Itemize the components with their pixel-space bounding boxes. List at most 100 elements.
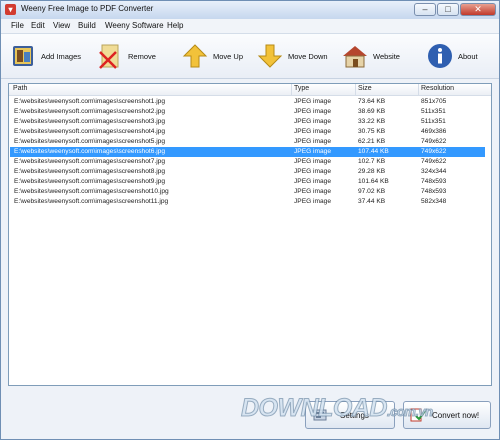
cell-resolution: 511x351: [421, 118, 446, 125]
close-button[interactable]: ✕: [460, 3, 496, 16]
cell-resolution: 582x348: [421, 198, 447, 205]
cell-path: E:\websites\weenysoft.com\images\screens…: [14, 108, 165, 115]
cell-size: 97.02 KB: [358, 188, 386, 195]
pdf-app-icon: ▾: [5, 4, 16, 15]
cell-path: E:\websites\weenysoft.com\images\screens…: [14, 148, 165, 155]
list-header: Path Type Size Resolution: [9, 84, 491, 96]
arrow-down-icon: [257, 44, 283, 68]
table-row[interactable]: E:\websites\weenysoft.com\images\screens…: [10, 187, 485, 197]
add-images-icon: [13, 46, 33, 66]
cell-resolution: 324x344: [421, 168, 447, 175]
minimize-button[interactable]: –: [414, 3, 436, 16]
cell-type: JPEG image: [294, 198, 332, 205]
cell-resolution: 749x622: [421, 158, 447, 165]
window-title: Weeny Free Image to PDF Converter: [21, 4, 154, 13]
table-row[interactable]: E:\websites\weenysoft.com\images\screens…: [10, 97, 485, 107]
table-row[interactable]: E:\websites\weenysoft.com\images\screens…: [10, 137, 485, 147]
cell-type: JPEG image: [294, 178, 332, 185]
cell-resolution: 511x351: [421, 108, 446, 115]
cell-type: JPEG image: [294, 118, 332, 125]
menu-help[interactable]: Help: [167, 21, 183, 30]
remove-label: Remove: [128, 52, 156, 61]
cell-resolution: 469x386: [421, 128, 447, 135]
watermark-main: DOWNLOAD: [241, 394, 388, 423]
cell-path: E:\websites\weenysoft.com\images\screens…: [14, 98, 165, 105]
cell-size: 37.44 KB: [358, 198, 386, 205]
house-icon: [343, 46, 367, 68]
table-row[interactable]: E:\websites\weenysoft.com\images\screens…: [10, 127, 485, 137]
column-header-resolution[interactable]: Resolution: [421, 85, 454, 92]
menu-weeny-software[interactable]: Weeny Software: [105, 21, 164, 30]
cell-type: JPEG image: [294, 138, 332, 145]
cell-resolution: 748x593: [421, 188, 447, 195]
remove-button[interactable]: Remove: [96, 40, 161, 72]
table-row[interactable]: E:\websites\weenysoft.com\images\screens…: [10, 117, 485, 127]
website-button[interactable]: Website: [341, 40, 403, 72]
table-row[interactable]: E:\websites\weenysoft.com\images\screens…: [10, 147, 485, 157]
cell-path: E:\websites\weenysoft.com\images\screens…: [14, 118, 165, 125]
cell-resolution: 851x705: [421, 98, 447, 105]
download-watermark: DOWNLOAD.com.vn: [241, 394, 434, 423]
cell-size: 29.28 KB: [358, 168, 386, 175]
cell-type: JPEG image: [294, 128, 332, 135]
cell-size: 73.64 KB: [358, 98, 386, 105]
cell-type: JPEG image: [294, 98, 332, 105]
title-bar[interactable]: ▾ Weeny Free Image to PDF Converter – □ …: [1, 1, 499, 19]
cell-resolution: 748x593: [421, 178, 447, 185]
cell-type: JPEG image: [294, 158, 332, 165]
column-header-path[interactable]: Path: [13, 85, 27, 92]
table-row[interactable]: E:\websites\weenysoft.com\images\screens…: [10, 167, 485, 177]
watermark-suffix: .com.vn: [386, 404, 433, 420]
table-row[interactable]: E:\websites\weenysoft.com\images\screens…: [10, 197, 485, 207]
move-down-button[interactable]: Move Down: [256, 40, 328, 72]
move-up-label: Move Up: [213, 52, 244, 61]
column-header-size[interactable]: Size: [358, 85, 372, 92]
menu-bar: File Edit View Build Weeny Software Help: [1, 19, 499, 34]
column-header-type[interactable]: Type: [294, 85, 309, 92]
cell-size: 30.75 KB: [358, 128, 386, 135]
add-images-button[interactable]: Add Images: [9, 40, 89, 72]
column-divider[interactable]: [418, 84, 419, 95]
app-window: ▾ Weeny Free Image to PDF Converter – □ …: [0, 0, 500, 440]
cell-type: JPEG image: [294, 108, 332, 115]
cell-path: E:\websites\weenysoft.com\images\screens…: [14, 128, 165, 135]
about-button[interactable]: About: [426, 40, 486, 72]
cell-path: E:\websites\weenysoft.com\images\screens…: [14, 138, 165, 145]
info-icon: [428, 44, 452, 68]
cell-type: JPEG image: [294, 188, 332, 195]
column-divider[interactable]: [291, 84, 292, 95]
cell-path: E:\websites\weenysoft.com\images\screens…: [14, 158, 165, 165]
menu-edit[interactable]: Edit: [31, 21, 45, 30]
table-row[interactable]: E:\websites\weenysoft.com\images\screens…: [10, 157, 485, 167]
table-row[interactable]: E:\websites\weenysoft.com\images\screens…: [10, 177, 485, 187]
cell-resolution: 749x622: [421, 138, 447, 145]
menu-file[interactable]: File: [11, 21, 24, 30]
cell-path: E:\websites\weenysoft.com\images\screens…: [14, 198, 169, 205]
cell-size: 33.22 KB: [358, 118, 386, 125]
website-label: Website: [373, 52, 400, 61]
cell-size: 38.69 KB: [358, 108, 386, 115]
cell-size: 107.44 KB: [358, 148, 389, 155]
arrow-up-icon: [182, 44, 208, 68]
column-divider[interactable]: [355, 84, 356, 95]
maximize-button[interactable]: □: [437, 3, 459, 16]
menu-build[interactable]: Build: [78, 21, 96, 30]
add-images-label: Add Images: [41, 52, 82, 61]
menu-view[interactable]: View: [53, 21, 70, 30]
cell-size: 101.64 KB: [358, 178, 389, 185]
table-row[interactable]: E:\websites\weenysoft.com\images\screens…: [10, 107, 485, 117]
cell-path: E:\websites\weenysoft.com\images\screens…: [14, 178, 165, 185]
remove-icon: [99, 44, 119, 69]
cell-type: JPEG image: [294, 148, 332, 155]
cell-type: JPEG image: [294, 168, 332, 175]
move-down-label: Move Down: [288, 52, 328, 61]
cell-size: 62.21 KB: [358, 138, 386, 145]
cell-size: 102.7 KB: [358, 158, 386, 165]
toolbar: Add Images Remove Move Up Move Down Webs…: [1, 34, 499, 79]
convert-now-label: Convert now!: [432, 411, 480, 420]
cell-path: E:\websites\weenysoft.com\images\screens…: [14, 188, 169, 195]
cell-resolution: 749x622: [421, 148, 447, 155]
cell-path: E:\websites\weenysoft.com\images\screens…: [14, 168, 165, 175]
image-list[interactable]: Path Type Size Resolution E:\websites\we…: [8, 83, 492, 386]
move-up-button[interactable]: Move Up: [181, 40, 243, 72]
